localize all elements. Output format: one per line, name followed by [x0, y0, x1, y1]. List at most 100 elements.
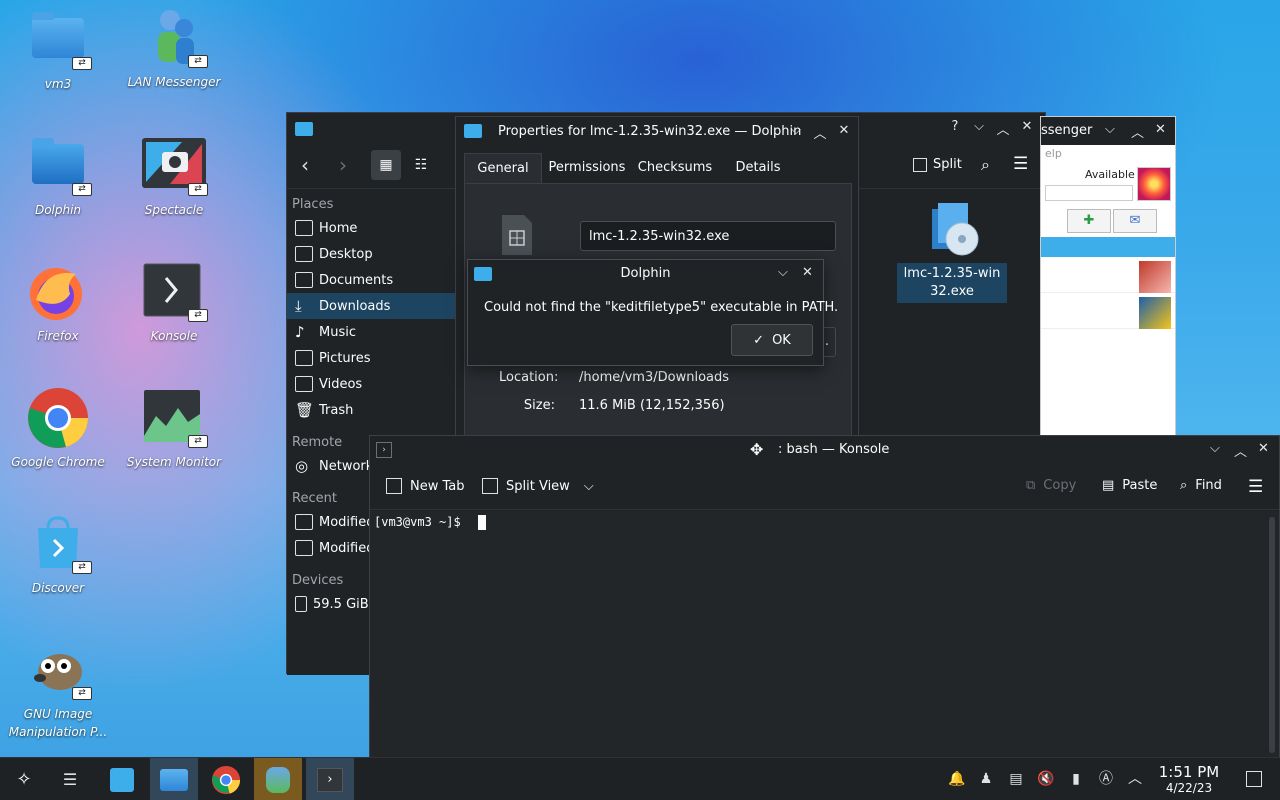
maximize-icon[interactable]: ︿: [991, 119, 1015, 138]
error-dialog: Dolphin ⌵ ✕ Could not find the "keditfil…: [467, 259, 838, 366]
file-item[interactable]: lmc-1.2.35-win32.exe: [897, 197, 1007, 303]
lan-messenger-tray-icon[interactable]: ♟: [977, 770, 995, 788]
notifications-icon[interactable]: 🔔: [948, 770, 966, 788]
clipboard-icon[interactable]: ▤: [1007, 770, 1025, 788]
desktop-icon-firefox[interactable]: Firefox: [0, 260, 116, 345]
forward-button[interactable]: ›: [339, 153, 347, 177]
maximize-icon[interactable]: ︿: [808, 123, 832, 142]
usb-device-icon[interactable]: ▮: [1067, 770, 1085, 788]
close-icon[interactable]: ✕: [832, 123, 856, 138]
desktop-icon-label: vm3: [44, 77, 72, 91]
places-item-pictures[interactable]: Pictures: [287, 345, 455, 371]
close-icon[interactable]: ✕: [1155, 122, 1166, 137]
file-name-field[interactable]: [580, 221, 836, 251]
places-item-home[interactable]: Home: [287, 215, 455, 241]
size-label: Size:: [523, 398, 555, 413]
split-view-button[interactable]: Split View ⌵: [482, 478, 594, 494]
messenger-titlebar[interactable]: ssenger ⌵ ︿ ✕: [1041, 117, 1175, 145]
places-item-trash[interactable]: 🗑 Trash: [287, 397, 455, 423]
dolphin-app-icon: [295, 122, 313, 136]
task-konsole[interactable]: ›: [306, 758, 354, 800]
maximize-icon[interactable]: ︿: [1131, 122, 1144, 141]
file-name: lmc-1.2.35-win32.exe: [897, 263, 1007, 303]
avatar[interactable]: [1137, 167, 1171, 201]
places-item-documents[interactable]: Documents: [287, 267, 455, 293]
task-lan-messenger[interactable]: [254, 758, 302, 800]
broadcast-button[interactable]: ✉: [1113, 209, 1157, 233]
desktop-icon-spectacle[interactable]: ⇄ Spectacle: [116, 134, 232, 219]
file-type-icon[interactable]: [498, 213, 536, 257]
places-item-videos[interactable]: Videos: [287, 371, 455, 397]
desktop-icon-vm3[interactable]: ⇄ vm3: [0, 8, 116, 93]
copy-icon: ⧉: [1026, 478, 1036, 493]
contact-avatar: [1139, 261, 1171, 293]
status-label[interactable]: Available: [1085, 168, 1135, 181]
add-contact-button[interactable]: ✚: [1067, 209, 1111, 233]
minimize-icon[interactable]: ⌵: [967, 119, 991, 138]
desktop-icon-konsole[interactable]: ⇄ Konsole: [116, 260, 232, 345]
icons-view-button[interactable]: ▦: [371, 150, 401, 180]
places-item-downloads[interactable]: ⤓ Downloads: [287, 293, 455, 319]
search-icon[interactable]: ⌕: [981, 155, 990, 175]
hamburger-menu-icon[interactable]: ☰: [1013, 154, 1028, 174]
properties-titlebar[interactable]: Properties for lmc-1.2.35-win32.exe — Do…: [456, 117, 858, 145]
calendar-icon: [295, 514, 313, 530]
minimize-icon[interactable]: ⌵: [1210, 441, 1220, 456]
desktop-icon-system-monitor[interactable]: ⇄ System Monitor: [116, 386, 232, 471]
desktop-icon-lan-messenger[interactable]: ⇄ LAN Messenger: [116, 6, 232, 91]
expand-tray-icon[interactable]: ︿: [1126, 770, 1144, 788]
terminal-scrollbar[interactable]: [1269, 517, 1275, 753]
contact-row[interactable]: [1041, 259, 1175, 293]
digital-clock[interactable]: 1:51 PM 4/22/23: [1152, 764, 1226, 796]
new-tab-button[interactable]: New Tab: [386, 478, 465, 494]
task-dolphin[interactable]: [150, 758, 198, 800]
terminal-cursor: [478, 515, 486, 530]
application-launcher-button[interactable]: ✧: [0, 758, 48, 800]
places-item-desktop[interactable]: Desktop: [287, 241, 455, 267]
desktop-icon-discover[interactable]: ⇄ Discover: [0, 512, 116, 597]
note-input[interactable]: [1045, 185, 1133, 201]
desktop-icon-dolphin[interactable]: ⇄ Dolphin: [0, 134, 116, 219]
ok-button[interactable]: ✓ OK: [731, 324, 813, 356]
pager-button[interactable]: ☰: [46, 758, 94, 800]
minimize-icon[interactable]: ⌵: [784, 123, 808, 138]
firefox-icon: [26, 260, 90, 324]
close-icon[interactable]: ✕: [1258, 441, 1269, 456]
minimize-icon[interactable]: ⌵: [1105, 122, 1115, 137]
desktop-icon-label: Konsole: [150, 329, 198, 343]
places-item-music[interactable]: ♪ Music: [287, 319, 455, 345]
close-icon[interactable]: ✕: [802, 265, 813, 280]
tab-permissions[interactable]: Permissions: [546, 153, 628, 183]
volume-muted-icon[interactable]: 🔇: [1037, 770, 1055, 788]
split-button[interactable]: Split: [913, 157, 962, 172]
desktop-icon-google-chrome[interactable]: Google Chrome: [0, 386, 116, 471]
contact-group-row[interactable]: [1041, 237, 1175, 257]
help-icon[interactable]: ?: [943, 119, 967, 138]
new-tab-icon: [386, 478, 402, 494]
compact-view-button[interactable]: ☷: [409, 150, 433, 180]
show-desktop-button[interactable]: [1246, 771, 1262, 787]
maximize-icon[interactable]: ︿: [1234, 441, 1247, 460]
input-method-icon[interactable]: Ⓐ: [1097, 770, 1115, 788]
minimize-icon[interactable]: ⌵: [778, 265, 788, 280]
terminal-area[interactable]: [vm3@vm3 ~]$: [370, 511, 1279, 757]
task-discover[interactable]: [98, 758, 146, 800]
desktop-icon-gimp[interactable]: ⇄ GNU Image Manipulation P...: [0, 638, 116, 741]
paste-button[interactable]: ▤ Paste: [1102, 478, 1157, 493]
tab-general[interactable]: General: [464, 153, 542, 183]
error-dialog-titlebar[interactable]: Dolphin ⌵ ✕: [468, 260, 823, 288]
task-chrome[interactable]: [202, 758, 250, 800]
hamburger-menu-icon[interactable]: ☰: [1248, 477, 1263, 497]
desktop-icon-label: Dolphin: [34, 203, 82, 217]
tab-checksums[interactable]: Checksums: [636, 153, 714, 183]
find-button[interactable]: ⌕ Find: [1180, 478, 1222, 493]
music-icon: ♪: [295, 323, 305, 341]
close-icon[interactable]: ✕: [1015, 119, 1039, 138]
messenger-menu-help[interactable]: elp: [1045, 147, 1062, 160]
folder-icon: ⇄: [26, 8, 92, 72]
konsole-titlebar[interactable]: › ✥ : bash — Konsole ⌵ ︿ ✕: [370, 436, 1279, 466]
copy-button[interactable]: ⧉ Copy: [1026, 478, 1076, 493]
tab-details[interactable]: Details: [728, 153, 788, 183]
back-button[interactable]: ‹: [301, 153, 309, 177]
contact-row[interactable]: [1041, 295, 1175, 329]
